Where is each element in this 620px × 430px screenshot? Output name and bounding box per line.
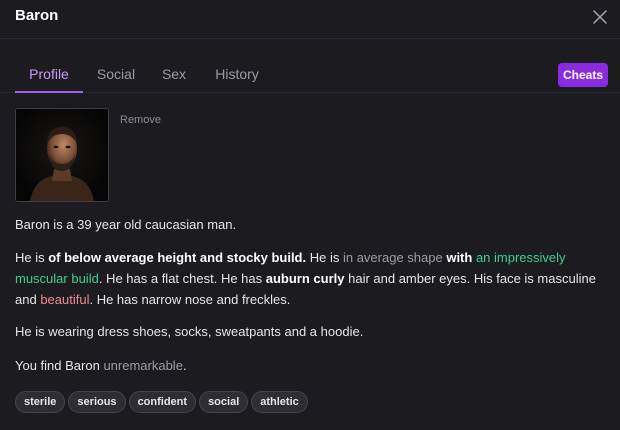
trait-tag[interactable]: serious [68, 391, 126, 413]
trait-tag[interactable]: social [199, 391, 249, 413]
dialog-title: Baron [15, 7, 59, 24]
tab-profile[interactable]: Profile [15, 56, 83, 93]
tab-bar: Profile Social Sex History [0, 56, 620, 93]
trait-tag[interactable]: athletic [251, 391, 308, 413]
trait-tags: sterile serious confident social athletic [15, 391, 311, 413]
intro-text: Baron is a 39 year old caucasian man. [15, 217, 237, 232]
appearance-text: He is of below average height and stocky… [15, 250, 596, 307]
close-icon [593, 10, 607, 24]
portrait-icon [16, 109, 108, 201]
clothing-text: He is wearing dress shoes, socks, sweatp… [15, 324, 364, 339]
trait-tag[interactable]: confident [128, 391, 197, 413]
tab-history[interactable]: History [207, 56, 267, 92]
tab-social[interactable]: Social [89, 56, 143, 92]
trait-tag[interactable]: sterile [15, 391, 66, 413]
dialog-header: Baron [0, 0, 620, 39]
remove-portrait-link[interactable]: Remove [120, 114, 161, 126]
tab-sex[interactable]: Sex [155, 56, 193, 92]
portrait-image[interactable] [15, 108, 109, 202]
opinion-text: You find Baron unremarkable. [15, 358, 187, 373]
close-button[interactable] [590, 7, 610, 27]
cheats-button[interactable]: Cheats [558, 63, 608, 87]
